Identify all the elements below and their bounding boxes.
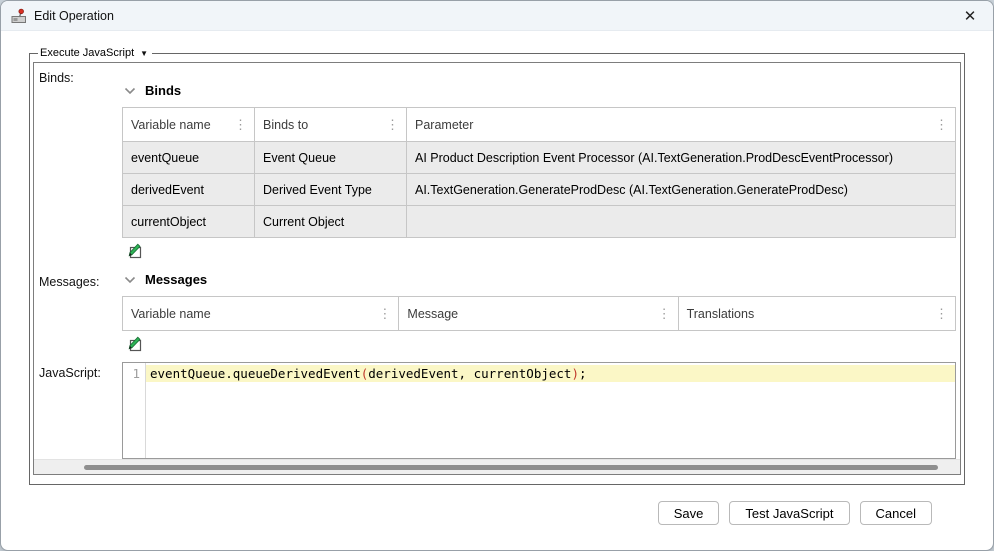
edit-operation-dialog: Edit Operation ✕ Execute JavaScript ▼ Bi…	[0, 0, 994, 551]
line-number: 1	[123, 365, 140, 382]
messages-table: Variable name ⋮ Message ⋮	[122, 296, 956, 331]
test-javascript-button[interactable]: Test JavaScript	[729, 501, 849, 525]
save-button[interactable]: Save	[658, 501, 720, 525]
messages-header-variable-name: Variable name ⋮	[123, 297, 399, 330]
code-gutter: 1	[123, 363, 146, 458]
messages-section: Messages Variable name ⋮	[122, 267, 957, 360]
messages-header-translations: Translations ⋮	[679, 297, 955, 330]
table-row[interactable]: eventQueue Event Queue AI Product Descri…	[123, 141, 955, 173]
edit-pencil-icon	[125, 241, 143, 259]
messages-table-header: Variable name ⋮ Message ⋮	[123, 297, 955, 330]
binds-header-parameter: Parameter ⋮	[407, 108, 955, 141]
bind-parameter-cell[interactable]: AI Product Description Event Processor (…	[407, 141, 955, 173]
window-title: Edit Operation	[34, 9, 114, 23]
edit-messages-button[interactable]	[124, 334, 144, 354]
table-row[interactable]: derivedEvent Derived Event Type AI.TextG…	[123, 173, 955, 205]
close-icon[interactable]: ✕	[959, 5, 981, 27]
bind-parameter-cell[interactable]	[407, 205, 955, 237]
bind-variable-cell[interactable]: eventQueue	[123, 141, 255, 173]
binds-section-title: Binds	[145, 83, 181, 98]
binds-header-binds-to: Binds to ⋮	[255, 108, 407, 141]
column-menu-icon[interactable]: ⋮	[934, 306, 949, 322]
bind-variable-cell[interactable]: currentObject	[123, 205, 255, 237]
code-area[interactable]: eventQueue.queueDerivedEvent(derivedEven…	[146, 363, 955, 458]
binds-table-header: Variable name ⋮ Binds to ⋮	[123, 108, 955, 141]
binds-section-toggle[interactable]: Binds	[124, 83, 957, 98]
javascript-code-editor[interactable]: 1 eventQueue.queueDerivedEvent(derivedEv…	[122, 362, 956, 459]
cancel-button[interactable]: Cancel	[860, 501, 932, 525]
column-menu-icon[interactable]: ⋮	[385, 117, 400, 133]
javascript-row-label: JavaScript:	[38, 360, 122, 459]
content-grid: Binds: Binds Vari	[34, 63, 960, 459]
operation-type-selector[interactable]: Execute JavaScript ▼	[38, 47, 152, 59]
chevron-down-icon	[124, 276, 136, 284]
bind-binds-to-cell[interactable]: Event Queue	[255, 141, 407, 173]
dropdown-arrow-icon: ▼	[140, 49, 148, 58]
operation-panel: Binds: Binds Vari	[33, 62, 961, 475]
dialog-body: Execute JavaScript ▼ Binds: Binds	[1, 31, 993, 550]
bind-binds-to-cell[interactable]: Current Object	[255, 205, 407, 237]
binds-section: Binds Variable name ⋮	[122, 67, 957, 267]
column-menu-icon[interactable]: ⋮	[377, 306, 392, 322]
titlebar: Edit Operation ✕	[1, 1, 993, 31]
code-line[interactable]: eventQueue.queueDerivedEvent(derivedEven…	[146, 365, 955, 382]
messages-section-title: Messages	[145, 272, 207, 287]
operation-type-label: Execute JavaScript	[40, 47, 134, 59]
binds-row-label: Binds:	[38, 67, 122, 267]
edit-binds-button[interactable]	[124, 241, 144, 261]
bind-parameter-cell[interactable]: AI.TextGeneration.GenerateProdDesc (AI.T…	[407, 173, 955, 205]
column-menu-icon[interactable]: ⋮	[934, 117, 949, 133]
binds-header-variable-name: Variable name ⋮	[123, 108, 255, 141]
messages-header-message: Message ⋮	[399, 297, 678, 330]
footer: Save Test JavaScript Cancel	[29, 485, 965, 525]
table-row[interactable]: currentObject Current Object	[123, 205, 955, 237]
edit-pencil-icon	[125, 334, 143, 352]
horizontal-scrollbar	[34, 459, 960, 474]
horizontal-scrollbar-thumb[interactable]	[84, 465, 938, 470]
bind-variable-cell[interactable]: derivedEvent	[123, 173, 255, 205]
chevron-down-icon	[124, 87, 136, 95]
messages-section-toggle[interactable]: Messages	[124, 272, 957, 287]
operation-group: Execute JavaScript ▼ Binds: Binds	[29, 47, 965, 485]
binds-table: Variable name ⋮ Binds to ⋮	[122, 107, 956, 238]
column-menu-icon[interactable]: ⋮	[657, 306, 672, 322]
messages-row-label: Messages:	[38, 267, 122, 360]
bind-binds-to-cell[interactable]: Derived Event Type	[255, 173, 407, 205]
column-menu-icon[interactable]: ⋮	[233, 117, 248, 133]
app-icon	[11, 8, 27, 24]
binds-table-body: eventQueue Event Queue AI Product Descri…	[123, 141, 955, 237]
